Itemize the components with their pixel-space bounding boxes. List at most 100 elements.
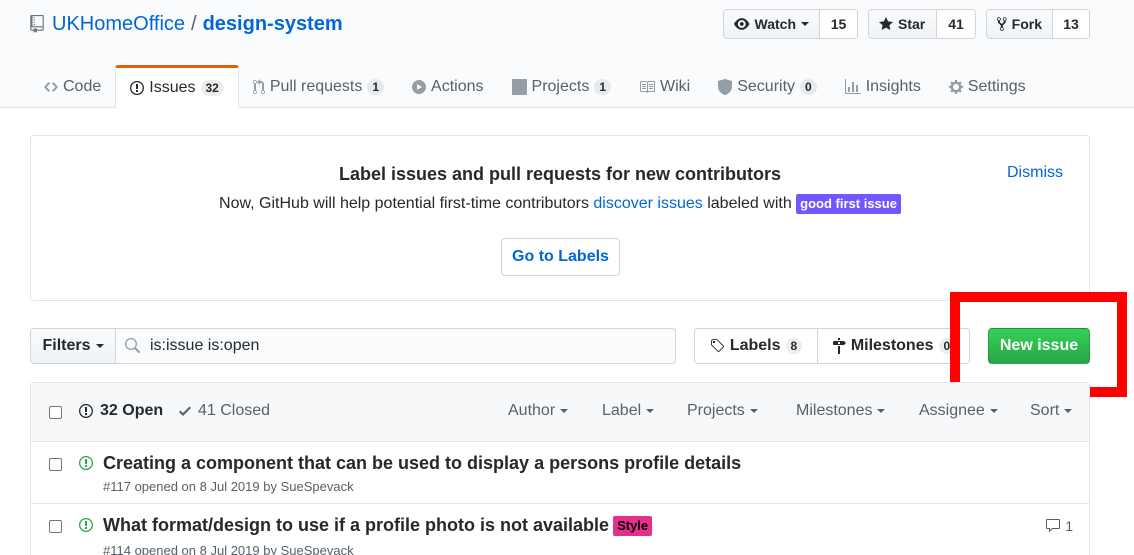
labels-count: 8 xyxy=(785,338,803,354)
issue-meta: #117 opened on 8 Jul 2019 by SueSpevack xyxy=(103,479,354,494)
star-button-group: Star 41 xyxy=(868,9,976,39)
star-button[interactable]: Star xyxy=(869,10,937,38)
tab-actions[interactable]: Actions xyxy=(398,65,497,108)
watch-button-group: Watch 15 xyxy=(723,9,858,39)
new-contributors-banner: Label issues and pull requests for new c… xyxy=(30,135,1090,301)
label-filter-label: Label xyxy=(602,402,642,419)
tab-issues-count: 32 xyxy=(200,80,224,96)
list-item: What format/design to use if a profile p… xyxy=(31,504,1089,555)
tab-insights-label: Insights xyxy=(865,77,921,95)
fork-button[interactable]: Fork xyxy=(987,10,1053,38)
tab-security[interactable]: Security 0 xyxy=(704,65,830,108)
open-issues-label: 32 Open xyxy=(100,402,164,419)
open-issues-filter[interactable]: 32 Open xyxy=(79,402,163,420)
repo-title: UKHomeOffice / design-system xyxy=(30,10,343,38)
go-to-labels-button[interactable]: Go to Labels xyxy=(501,238,620,276)
play-icon xyxy=(412,79,427,94)
watch-count[interactable]: 15 xyxy=(820,10,857,38)
tab-issues-label: Issues xyxy=(149,79,196,96)
chevron-down-icon xyxy=(1064,409,1073,413)
comment-icon xyxy=(1046,519,1061,533)
issue-opened-icon xyxy=(79,518,93,532)
tab-insights[interactable]: Insights xyxy=(831,65,935,108)
chevron-down-icon xyxy=(749,409,758,413)
issue-meta: #114 opened on 8 Jul 2019 by SueSpevack xyxy=(103,543,354,555)
milestones-filter[interactable]: Milestones xyxy=(796,402,886,420)
label-filter[interactable]: Label xyxy=(602,402,655,420)
gear-icon xyxy=(948,79,963,94)
chevron-down-icon xyxy=(560,409,569,413)
milestones-button[interactable]: Milestones 0 xyxy=(817,328,970,364)
tab-security-count: 0 xyxy=(800,78,817,95)
tab-wiki[interactable]: Wiki xyxy=(625,65,704,108)
watch-label: Watch xyxy=(754,16,796,32)
tab-projects-label: Projects xyxy=(531,77,590,95)
fork-label: Fork xyxy=(1011,16,1042,32)
tab-projects-count: 1 xyxy=(594,78,611,95)
tab-pull-requests[interactable]: Pull requests 1 xyxy=(239,65,398,108)
comment-count: 1 xyxy=(1065,518,1073,534)
milestones-label: Milestones xyxy=(850,337,934,354)
issue-checkbox[interactable] xyxy=(49,458,62,471)
assignee-filter[interactable]: Assignee xyxy=(919,402,998,420)
tab-issues[interactable]: Issues 32 xyxy=(115,65,239,109)
list-item: Creating a component that can be used to… xyxy=(31,442,1089,504)
issue-search xyxy=(115,328,676,364)
issues-list: 32 Open 41 Closed Author Label Projects … xyxy=(30,382,1090,555)
tab-wiki-label: Wiki xyxy=(660,77,691,95)
issue-checkbox[interactable] xyxy=(49,520,62,533)
assignee-filter-label: Assignee xyxy=(919,402,985,419)
author-filter-label: Author xyxy=(508,402,556,419)
select-all-checkbox[interactable] xyxy=(49,406,62,419)
labels-label: Labels xyxy=(729,337,781,354)
star-count[interactable]: 41 xyxy=(937,10,975,38)
tab-settings-label: Settings xyxy=(967,77,1026,95)
comments-link[interactable]: 1 xyxy=(1045,518,1073,534)
fork-count[interactable]: 13 xyxy=(1053,10,1089,38)
issue-title-link[interactable]: Creating a component that can be used to… xyxy=(103,453,741,474)
tab-code-label: Code xyxy=(63,77,102,95)
repo-name-link[interactable]: design-system xyxy=(203,13,343,36)
tab-settings[interactable]: Settings xyxy=(935,65,1040,108)
tab-actions-label: Actions xyxy=(431,77,484,95)
banner-text-after: labeled with xyxy=(702,195,797,212)
check-icon xyxy=(179,406,191,416)
issues-list-header: 32 Open 41 Closed Author Label Projects … xyxy=(31,383,1089,442)
sort-filter[interactable]: Sort xyxy=(1030,402,1073,420)
repo-separator: / xyxy=(191,12,197,35)
graph-icon xyxy=(844,78,861,94)
chevron-down-icon xyxy=(989,409,998,413)
closed-issues-filter[interactable]: 41 Closed xyxy=(179,402,270,420)
sort-filter-label: Sort xyxy=(1030,402,1060,419)
tab-projects[interactable]: Projects 1 xyxy=(498,65,625,108)
repo-owner-link[interactable]: UKHomeOffice xyxy=(52,13,185,36)
project-icon xyxy=(511,78,527,95)
search-icon xyxy=(125,338,140,353)
repo-header: UKHomeOffice / design-system Watch 15 St… xyxy=(0,0,1134,109)
book-icon xyxy=(640,80,655,93)
issue-opened-icon xyxy=(79,456,93,470)
code-icon xyxy=(44,81,58,92)
author-filter[interactable]: Author xyxy=(508,402,569,420)
banner-title: Label issues and pull requests for new c… xyxy=(338,164,782,184)
milestone-icon xyxy=(832,338,846,354)
search-input[interactable] xyxy=(150,337,650,355)
filters-dropdown[interactable]: Filters xyxy=(30,328,116,364)
tab-code[interactable]: Code xyxy=(30,65,115,108)
chevron-down-icon xyxy=(877,409,886,413)
star-icon xyxy=(879,17,893,30)
labels-button[interactable]: Labels 8 xyxy=(694,328,818,364)
dismiss-button[interactable]: Dismiss xyxy=(1007,164,1063,182)
style-label[interactable]: Style xyxy=(613,515,653,536)
star-label: Star xyxy=(898,16,926,32)
fork-button-group: Fork 13 xyxy=(986,9,1090,39)
tab-security-label: Security xyxy=(737,77,796,95)
discover-issues-link[interactable]: discover issues xyxy=(593,195,702,212)
milestones-filter-label: Milestones xyxy=(796,402,873,419)
git-pull-request-icon xyxy=(252,78,265,94)
chevron-down-icon xyxy=(646,409,655,413)
projects-filter[interactable]: Projects xyxy=(687,402,758,420)
watch-button[interactable]: Watch xyxy=(724,10,820,38)
eye-icon xyxy=(734,18,750,30)
issue-title-link[interactable]: What format/design to use if a profile p… xyxy=(103,515,609,536)
